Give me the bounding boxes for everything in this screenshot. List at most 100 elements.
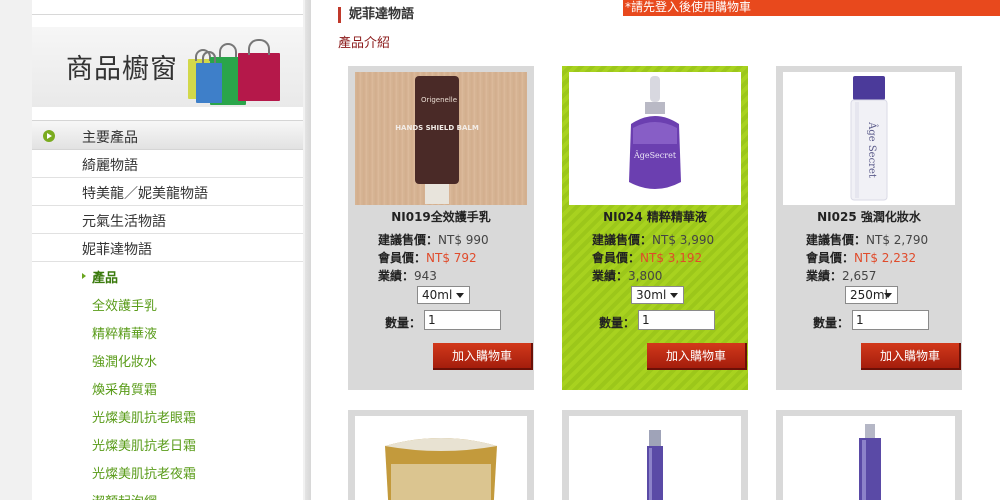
breadcrumb: 妮菲達物語: [338, 7, 414, 23]
shopping-bags-icon: [170, 27, 300, 107]
category-item[interactable]: 妮菲達物語: [32, 234, 303, 262]
member-price-row: 會員價：NT$ 792: [378, 249, 477, 266]
menu-heading[interactable]: 主要產品: [32, 120, 303, 150]
price-value: NT$ 2,790: [866, 233, 929, 247]
size-value: 40ml: [422, 288, 453, 302]
performance-label: 業績：: [378, 269, 415, 283]
performance-value: 943: [414, 269, 437, 283]
category-item[interactable]: 綺麗物語: [32, 150, 303, 178]
bottle-label-text: Âge Secret: [866, 121, 878, 178]
sub-item-label[interactable]: 潔顏起泡網: [92, 491, 157, 500]
chevron-down-icon: [884, 293, 892, 298]
quantity-input[interactable]: 1: [852, 310, 929, 330]
member-price-label: 會員價：: [592, 251, 641, 265]
member-price-row: 會員價：NT$ 2,232: [806, 249, 916, 266]
category-label: 特美龍／妮美龍物語: [82, 186, 208, 202]
product-photo[interactable]: [355, 416, 527, 500]
product-card: Origenelle HANDS SHIELD BALM NI019全效護手乳 …: [348, 66, 534, 390]
performance-value: 2,657: [842, 269, 877, 283]
price-label: 建議售價：: [592, 233, 653, 247]
sub-item[interactable]: 光燦美肌抗老日霜: [32, 430, 303, 458]
price-row: 建議售價：NT$ 2,790: [806, 231, 928, 248]
member-price-label: 會員價：: [806, 251, 855, 265]
category-item[interactable]: 特美龍／妮美龍物語: [32, 178, 303, 206]
sidebar-top-strip: [32, 0, 303, 15]
menu-heading-label: 主要產品: [82, 130, 138, 146]
product-photo[interactable]: ÂgeSecret: [569, 72, 741, 205]
product-intro-link[interactable]: 產品介紹: [338, 32, 390, 51]
price-label: 建議售價：: [378, 233, 439, 247]
performance-value: 3,800: [628, 269, 663, 283]
member-price-label: 會員價：: [378, 251, 427, 265]
category-item[interactable]: 元氣生活物語: [32, 206, 303, 234]
product-photo[interactable]: Âge Secret: [783, 72, 955, 205]
bottle-label-text: ÂgeSecret: [633, 151, 677, 160]
shop-window-banner: 商品櫥窗: [32, 27, 303, 107]
product-name: NI025 強潤化妝水: [817, 210, 921, 224]
tube-brand-text: Origenelle: [421, 96, 457, 104]
eye-cream-bottle-icon: [647, 430, 663, 500]
performance-row: 業績：3,800: [592, 267, 662, 284]
tube-label-text: HANDS SHIELD BALM: [395, 124, 479, 132]
sub-item-label[interactable]: 光燦美肌抗老夜霜: [92, 463, 196, 482]
sub-item-label[interactable]: 光燦美肌抗老日霜: [92, 435, 196, 454]
quantity-label: 數量：: [385, 316, 422, 330]
performance-row: 業績：2,657: [806, 267, 876, 284]
sub-item-label[interactable]: 全效護手乳: [92, 295, 157, 314]
add-to-cart-button[interactable]: 加入購物車: [861, 343, 961, 370]
sidebar: 商品櫥窗 主要產品 綺麗物語 特美龍／妮美龍物語 元氣生活物語 妮菲達物語 產品…: [32, 0, 303, 500]
sub-item[interactable]: 煥采角質霜: [32, 374, 303, 402]
triangle-right-icon: [82, 273, 86, 279]
category-label: 元氣生活物語: [82, 214, 166, 230]
performance-label: 業績：: [592, 269, 629, 283]
product-card: ÂgeSecret NI024 精粹精華液 建議售價：NT$ 3,990 會員價…: [562, 66, 748, 390]
play-bullet-icon: [43, 130, 55, 142]
product-photo[interactable]: Origenelle HANDS SHIELD BALM: [355, 72, 527, 205]
performance-row: 業績：943: [378, 267, 437, 284]
product-photo[interactable]: [783, 416, 955, 500]
sub-item[interactable]: 潔顏起泡網: [32, 486, 303, 500]
size-select[interactable]: 30ml: [631, 286, 684, 304]
quantity-input[interactable]: 1: [638, 310, 715, 330]
product-card: [562, 410, 748, 500]
chevron-down-icon: [670, 293, 678, 298]
price-row: 建議售價：NT$ 3,990: [592, 231, 714, 248]
quantity-label: 數量：: [599, 316, 636, 330]
price-label: 建議售價：: [806, 233, 867, 247]
day-cream-bottle-icon: [859, 424, 881, 500]
quantity-input[interactable]: 1: [424, 310, 501, 330]
sub-item[interactable]: 全效護手乳: [32, 290, 303, 318]
sub-item-label[interactable]: 精粹精華液: [92, 323, 157, 342]
product-card: [348, 410, 534, 500]
sub-item[interactable]: 強潤化妝水: [32, 346, 303, 374]
product-photo[interactable]: [569, 416, 741, 500]
sub-item-label[interactable]: 煥采角質霜: [92, 379, 157, 398]
sub-heading-item[interactable]: 產品: [32, 262, 303, 290]
hand-balm-tube-icon: Origenelle HANDS SHIELD BALM: [395, 76, 479, 204]
toner-bottle-icon: Âge Secret: [850, 76, 888, 201]
login-notice: *請先登入後使用購物車: [623, 0, 1000, 16]
add-to-cart-button[interactable]: 加入購物車: [647, 343, 747, 370]
performance-label: 業績：: [806, 269, 843, 283]
size-select[interactable]: 250ml: [845, 286, 898, 304]
product-name: NI024 精粹精華液: [603, 210, 707, 224]
size-select[interactable]: 40ml: [417, 286, 470, 304]
product-card: [776, 410, 962, 500]
chevron-down-icon: [456, 293, 464, 298]
serum-bottle-icon: ÂgeSecret: [629, 76, 681, 189]
sub-heading-label: 產品: [92, 271, 119, 286]
add-to-cart-button[interactable]: 加入購物車: [433, 343, 533, 370]
quantity-label: 數量：: [813, 316, 850, 330]
size-value: 30ml: [636, 288, 667, 302]
product-card: Âge Secret NI025 強潤化妝水 建議售價：NT$ 2,790 會員…: [776, 66, 962, 390]
sub-item[interactable]: 光燦美肌抗老眼霜: [32, 402, 303, 430]
product-name: NI019全效護手乳: [391, 210, 491, 224]
member-price-value: NT$ 3,192: [640, 251, 703, 265]
sub-item-label[interactable]: 強潤化妝水: [92, 351, 157, 370]
sub-item[interactable]: 精粹精華液: [32, 318, 303, 346]
member-price-value: NT$ 792: [426, 251, 477, 265]
member-price-row: 會員價：NT$ 3,192: [592, 249, 702, 266]
cream-jar-icon: [385, 438, 497, 500]
sub-item[interactable]: 光燦美肌抗老夜霜: [32, 458, 303, 486]
sub-item-label[interactable]: 光燦美肌抗老眼霜: [92, 407, 196, 426]
